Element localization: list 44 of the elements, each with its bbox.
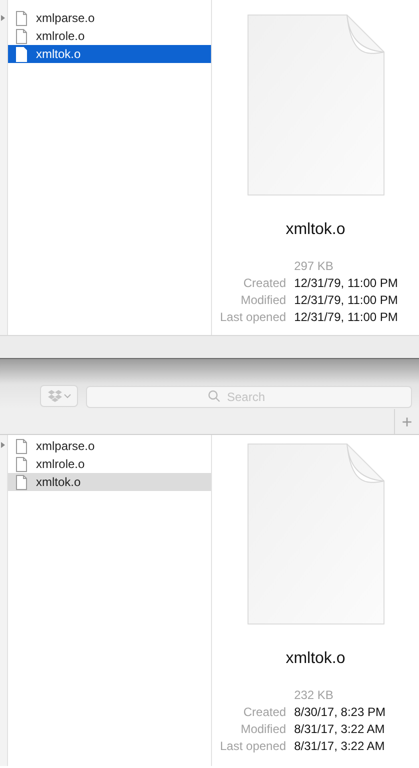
info-value: 12/31/79, 11:00 PM	[294, 292, 398, 309]
info-label: Modified	[240, 721, 286, 738]
document-icon	[16, 28, 27, 44]
info-label: Created	[242, 704, 286, 721]
info-value: 12/31/79, 11:00 PM	[294, 309, 398, 326]
file-name: xmlparse.o	[36, 438, 95, 455]
file-name: xmlrole.o	[36, 456, 85, 473]
file-row[interactable]: xmlparse.o	[8, 437, 211, 455]
file-name: xmltok.o	[36, 474, 81, 491]
file-row[interactable]: xmltok.o	[8, 473, 211, 491]
box-icon	[48, 390, 62, 402]
preview-file-name: xmltok.o	[286, 649, 346, 669]
file-row[interactable]: xmlrole.o	[8, 27, 211, 45]
info-value: 8/30/17, 8:23 PM	[294, 704, 386, 721]
file-name: xmltok.o	[36, 46, 81, 63]
document-icon	[246, 14, 384, 196]
file-row[interactable]: xmlparse.o	[8, 9, 211, 27]
file-row[interactable]: xmltok.o	[8, 45, 211, 63]
preview-file-name: xmltok.o	[286, 220, 346, 240]
info-label: Created	[242, 275, 286, 292]
file-name: xmlparse.o	[36, 10, 95, 27]
file-size: 232 KB	[294, 687, 334, 704]
document-icon	[16, 46, 27, 62]
document-icon	[16, 474, 27, 490]
file-size: 297 KB	[294, 258, 334, 275]
triangle-icon	[1, 442, 5, 448]
search-icon	[208, 390, 220, 402]
file-name: xmlrole.o	[36, 28, 85, 45]
file-list[interactable]: xmlparse.o xmlrole.o xmltok.o	[8, 435, 212, 766]
file-row[interactable]: xmlrole.o	[8, 455, 211, 473]
info-value: 8/31/17, 3:22 AM	[294, 721, 386, 738]
dropbox-button[interactable]	[40, 385, 78, 407]
info-label: Modified	[240, 292, 286, 309]
document-icon	[16, 456, 27, 472]
info-label: Last opened	[220, 309, 286, 326]
info-label: Last opened	[220, 738, 286, 755]
triangle-icon	[1, 15, 5, 21]
document-icon	[16, 438, 27, 454]
info-value: 12/31/79, 11:00 PM	[294, 275, 398, 292]
chevron-icon	[64, 394, 70, 398]
info-value: 8/31/17, 3:22 AM	[294, 738, 386, 755]
file-list[interactable]: xmlparse.o xmlrole.o xmltok.o	[8, 0, 212, 335]
document-icon	[16, 10, 27, 26]
document-icon	[246, 443, 384, 625]
